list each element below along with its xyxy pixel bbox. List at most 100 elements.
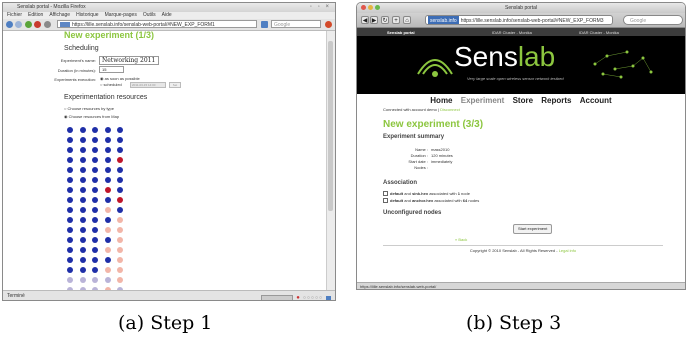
sensor-node[interactable]: [79, 227, 86, 233]
search-engine-icon[interactable]: [261, 21, 268, 28]
close-icon[interactable]: [361, 5, 366, 10]
sensor-node[interactable]: [79, 127, 86, 133]
home-icon[interactable]: [44, 21, 51, 28]
sensor-node[interactable]: [104, 227, 111, 233]
extension-icon[interactable]: [326, 295, 331, 300]
disconnect-link[interactable]: Disconnect: [440, 107, 460, 112]
step1-url-bar[interactable]: https://lille.senslab.info/senslab-web-p…: [57, 20, 257, 28]
sensor-node[interactable]: [79, 277, 86, 283]
sensor-node[interactable]: [67, 207, 73, 213]
sensor-node[interactable]: [117, 147, 123, 153]
sensor-node[interactable]: [117, 257, 123, 263]
step3-search-input[interactable]: Google: [623, 15, 683, 25]
exp-name-input[interactable]: Networking 2011: [99, 56, 159, 65]
start-experiment-button[interactable]: Start experiment: [513, 224, 553, 234]
sensor-node[interactable]: [92, 227, 98, 233]
sensor-node[interactable]: [92, 237, 98, 243]
step1-search-input[interactable]: Google: [271, 20, 321, 28]
stop-icon[interactable]: [34, 21, 41, 28]
sensor-node[interactable]: [117, 177, 123, 183]
sensor-node[interactable]: [67, 257, 73, 263]
sensor-node[interactable]: [67, 137, 73, 143]
back-link[interactable]: « Back: [455, 237, 467, 242]
sensor-node[interactable]: [117, 277, 123, 283]
nav-store[interactable]: Store: [513, 96, 533, 105]
nav-account[interactable]: Account: [580, 96, 612, 105]
site-identity-icon[interactable]: [60, 22, 70, 27]
sensor-node[interactable]: [79, 167, 86, 173]
sensor-node[interactable]: [117, 137, 123, 143]
sensor-node[interactable]: [92, 257, 98, 263]
sensor-node[interactable]: [67, 157, 73, 163]
reload-icon[interactable]: ↻: [381, 16, 389, 24]
menu-view[interactable]: Affichage: [49, 12, 70, 19]
sensor-node[interactable]: [92, 157, 98, 163]
sensor-node[interactable]: [92, 177, 98, 183]
reload-icon[interactable]: [25, 21, 32, 28]
sensor-node[interactable]: [92, 167, 98, 173]
nav-experiment[interactable]: Experiment: [461, 96, 505, 105]
sensor-node[interactable]: [79, 237, 86, 243]
sensor-node[interactable]: [104, 267, 111, 273]
step3-url-bar[interactable]: senslab.info https://lille.senslab.info/s…: [425, 15, 613, 25]
sensor-node[interactable]: [104, 237, 111, 243]
sensor-node[interactable]: [117, 217, 123, 223]
association-1-checkbox[interactable]: [383, 191, 388, 197]
menu-tools[interactable]: Outils: [143, 12, 156, 19]
sensor-node[interactable]: [67, 237, 73, 243]
exec-time-button[interactable]: Set: [169, 82, 181, 88]
sensor-node[interactable]: [79, 207, 86, 213]
sensor-node[interactable]: [92, 267, 98, 273]
menu-file[interactable]: Fichier: [7, 12, 22, 19]
sensor-node[interactable]: [79, 147, 86, 153]
sensor-node[interactable]: [104, 247, 111, 253]
association-2-checkbox[interactable]: [383, 198, 388, 204]
sensor-node[interactable]: [79, 197, 86, 203]
sensor-node[interactable]: [104, 277, 111, 283]
sensor-node[interactable]: [92, 127, 98, 133]
adblock-icon[interactable]: ●: [296, 293, 300, 300]
menu-edit[interactable]: Édition: [28, 12, 43, 19]
sensor-node[interactable]: [92, 147, 98, 153]
sensor-node[interactable]: [67, 217, 73, 223]
exec-date-input[interactable]: 2011-03-15 14:00: [130, 82, 166, 88]
duration-input[interactable]: 15: [99, 66, 124, 73]
sensor-node[interactable]: [117, 127, 123, 133]
sensor-node[interactable]: [92, 247, 98, 253]
home-icon[interactable]: ⌂: [403, 16, 411, 24]
sensor-node[interactable]: [117, 227, 123, 233]
sensor-node[interactable]: [104, 147, 111, 153]
footer-legal-link[interactable]: Legal info: [559, 248, 576, 253]
res-from-map-radio[interactable]: ◉ Choose resources from Map: [64, 114, 119, 119]
rating-icon[interactable]: ○○○○○: [303, 293, 323, 300]
sensor-node[interactable]: [67, 177, 73, 183]
sensor-node[interactable]: [67, 147, 73, 153]
sensor-node[interactable]: [104, 157, 111, 163]
sensor-node[interactable]: [92, 207, 98, 213]
sensor-node[interactable]: [104, 207, 111, 213]
sensor-node[interactable]: [67, 267, 73, 273]
back-icon[interactable]: [6, 21, 13, 28]
window-controls-icon[interactable]: ◦ ◦ ×: [310, 3, 331, 12]
sensor-node[interactable]: [104, 257, 111, 263]
sensor-node[interactable]: [79, 157, 86, 163]
sensor-node[interactable]: [92, 137, 98, 143]
sensor-node[interactable]: [67, 247, 73, 253]
sensor-node[interactable]: [79, 267, 86, 273]
add-bookmark-icon[interactable]: +: [392, 16, 400, 24]
sensor-node[interactable]: [92, 197, 98, 203]
sensor-node[interactable]: [117, 237, 123, 243]
menu-help[interactable]: Aide: [162, 12, 172, 19]
addon-icon[interactable]: [325, 21, 332, 28]
back-icon[interactable]: ◀: [361, 16, 369, 24]
sensor-node[interactable]: [117, 207, 123, 213]
sensor-node[interactable]: [104, 197, 111, 203]
sensor-node[interactable]: [92, 187, 98, 193]
sensor-node[interactable]: [67, 167, 73, 173]
sensor-node[interactable]: [104, 177, 111, 183]
menu-history[interactable]: Historique: [76, 12, 99, 19]
sensor-node[interactable]: [92, 217, 98, 223]
forward-icon[interactable]: ▶: [370, 16, 378, 24]
sensor-node[interactable]: [67, 197, 73, 203]
forward-icon[interactable]: [15, 21, 22, 28]
